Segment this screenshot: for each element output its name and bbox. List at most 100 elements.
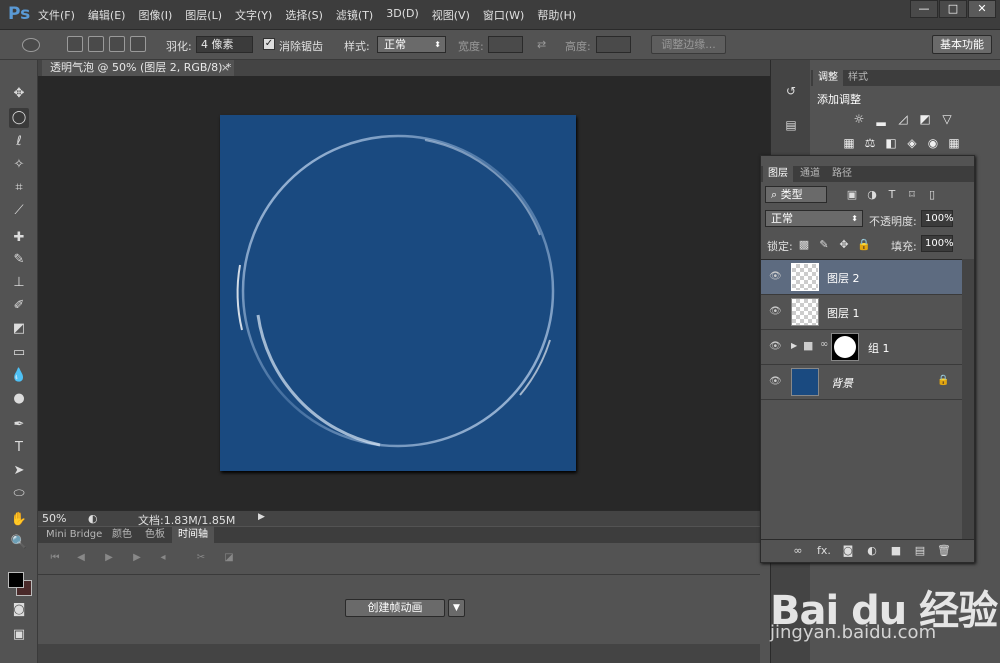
height-input[interactable] (596, 36, 631, 53)
history-icon[interactable]: ↺ (779, 80, 803, 102)
new-selection-icon[interactable] (67, 36, 83, 52)
workspace-button[interactable]: 基本功能 (932, 35, 992, 54)
lock-transparent-icon[interactable]: ▩ (797, 238, 811, 252)
eye-icon[interactable]: 👁 (769, 271, 782, 283)
bw-icon[interactable]: ◧ (883, 136, 899, 150)
layer-row-group-1[interactable]: 👁 ▶ ■ ∞ 组 1 (761, 330, 962, 365)
dodge-tool-icon[interactable]: ● (9, 389, 29, 409)
eye-icon[interactable]: 👁 (769, 341, 782, 353)
document-canvas[interactable] (220, 115, 576, 471)
menu-filter[interactable]: 滤镜(T) (336, 7, 373, 23)
status-info-icon[interactable]: ◐ (88, 512, 98, 525)
layer-row-layer-1[interactable]: 👁 图层 1 (761, 295, 962, 330)
trash-icon[interactable]: 🗑 (937, 544, 951, 558)
menu-file[interactable]: 文件(F) (38, 7, 75, 23)
tab-adjustments[interactable]: 调整 (813, 70, 843, 86)
path-selection-tool-icon[interactable]: ➤ (9, 461, 29, 481)
create-frame-animation-button[interactable]: 创建帧动画 (345, 599, 445, 617)
clone-stamp-tool-icon[interactable]: ⊥ (9, 273, 29, 293)
subtract-selection-icon[interactable] (109, 36, 125, 52)
play-icon[interactable]: ▶ (102, 552, 116, 566)
prev-frame-icon[interactable]: ◀ (74, 552, 88, 566)
adjustment-icon[interactable]: ◐ (865, 544, 879, 558)
refine-edge-button[interactable]: 调整边缘... (651, 35, 726, 54)
exposure-icon[interactable]: ◩ (917, 112, 933, 126)
width-input[interactable] (488, 36, 523, 53)
eyedropper-tool-icon[interactable]: ⟋ (9, 201, 29, 221)
gradient-tool-icon[interactable]: ▭ (9, 343, 29, 363)
move-tool-icon[interactable]: ✥ (9, 84, 29, 104)
menu-select[interactable]: 选择(S) (285, 7, 323, 23)
add-selection-icon[interactable] (88, 36, 104, 52)
lasso-tool-icon[interactable]: ℓ (9, 132, 29, 152)
pen-tool-icon[interactable]: ✒ (9, 415, 29, 435)
tab-layers[interactable]: 图层 (763, 166, 793, 182)
layer-row-layer-2[interactable]: 👁 图层 2 (761, 260, 962, 295)
tab-channels[interactable]: 通道 (795, 166, 825, 182)
canvas-area[interactable] (38, 76, 770, 510)
opacity-input[interactable]: 100% (921, 210, 954, 227)
screen-mode-icon[interactable]: ▣ (9, 625, 29, 645)
lock-brush-icon[interactable]: ✎ (817, 238, 831, 252)
mask-icon[interactable]: ◙ (841, 544, 855, 558)
filter-type-select[interactable]: ⌕ 类型 (765, 186, 827, 203)
filter-adjustment-icon[interactable]: ◑ (865, 188, 879, 202)
blur-tool-icon[interactable]: 💧 (9, 366, 29, 386)
quick-mask-icon[interactable]: ◙ (9, 600, 29, 620)
close-button[interactable]: ✕ (968, 0, 996, 18)
link-icon[interactable]: ∞ (791, 544, 805, 558)
audio-icon[interactable]: ◂ (156, 552, 170, 566)
menu-help[interactable]: 帮助(H) (537, 7, 576, 23)
menu-view[interactable]: 视图(V) (432, 7, 470, 23)
shape-tool-icon[interactable]: ⬭ (9, 484, 29, 504)
hue-sat-icon[interactable]: ▦ (841, 136, 857, 150)
tab-swatches[interactable]: 色板 (139, 527, 171, 543)
scissors-icon[interactable]: ✂ (194, 552, 208, 566)
type-tool-icon[interactable]: T (9, 438, 29, 458)
status-menu-arrow-icon[interactable]: ▶ (258, 512, 265, 522)
layer-row-background[interactable]: 👁 背景 🔒 (761, 365, 962, 400)
style-select[interactable]: 正常 ⬍ (377, 36, 446, 53)
menu-layer[interactable]: 图层(L) (185, 7, 222, 23)
brush-tool-icon[interactable]: ✎ (9, 250, 29, 270)
menu-image[interactable]: 图像(I) (138, 7, 172, 23)
properties-icon[interactable]: ▤ (779, 114, 803, 136)
tab-paths[interactable]: 路径 (827, 166, 857, 182)
elliptical-marquee-preset-icon[interactable] (22, 38, 40, 52)
tab-color[interactable]: 颜色 (106, 527, 138, 543)
blend-mode-select[interactable]: 正常 ⬍ (765, 210, 863, 227)
expand-arrow-icon[interactable]: ▶ (791, 341, 797, 350)
elliptical-marquee-tool-icon[interactable]: ◯ (9, 108, 29, 128)
chevron-down-icon[interactable]: ▼ (448, 599, 465, 617)
document-tab[interactable]: 透明气泡 @ 50% (图层 2, RGB/8) * × (42, 60, 234, 76)
filter-pixel-icon[interactable]: ▣ (845, 188, 859, 202)
hand-tool-icon[interactable]: ✋ (9, 510, 29, 530)
menu-type[interactable]: 文字(Y) (235, 7, 272, 23)
minimize-button[interactable]: — (910, 0, 938, 18)
menu-3d[interactable]: 3D(D) (386, 7, 419, 23)
tab-timeline[interactable]: 时间轴 (172, 527, 214, 543)
foreground-color-swatch[interactable] (8, 572, 24, 588)
healing-brush-tool-icon[interactable]: ✚ (9, 228, 29, 248)
swap-icon[interactable]: ⇄ (537, 38, 546, 51)
tab-mini-bridge[interactable]: Mini Bridge (40, 527, 108, 543)
color-lookup-icon[interactable]: ▦ (946, 136, 962, 150)
transition-icon[interactable]: ◪ (222, 552, 236, 566)
magic-wand-tool-icon[interactable]: ✧ (9, 155, 29, 175)
eye-icon[interactable]: 👁 (769, 306, 782, 318)
close-icon[interactable]: × (221, 60, 230, 76)
link-icon[interactable]: ∞ (820, 339, 828, 350)
antialias-checkbox[interactable]: ✓ (263, 38, 275, 50)
next-frame-icon[interactable]: ▶ (130, 552, 144, 566)
fill-input[interactable]: 100% (921, 235, 954, 252)
zoom-level[interactable]: 50% (42, 512, 66, 525)
menu-edit[interactable]: 编辑(E) (88, 7, 126, 23)
feather-input[interactable]: 4 像素 (196, 36, 253, 53)
tab-styles[interactable]: 样式 (843, 70, 873, 86)
intersect-selection-icon[interactable] (130, 36, 146, 52)
first-frame-icon[interactable]: ⏮ (48, 552, 62, 566)
channel-mixer-icon[interactable]: ◉ (925, 136, 941, 150)
filter-type-icon[interactable]: T (885, 188, 899, 202)
history-brush-tool-icon[interactable]: ✐ (9, 296, 29, 316)
zoom-tool-icon[interactable]: 🔍 (9, 533, 29, 553)
